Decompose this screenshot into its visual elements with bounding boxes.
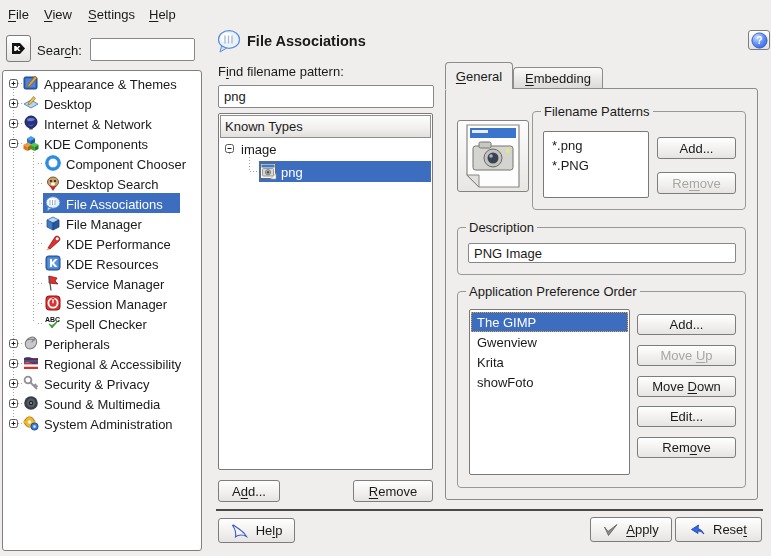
svg-text:?: ?: [756, 34, 762, 46]
svg-text:ABC: ABC: [45, 316, 60, 323]
